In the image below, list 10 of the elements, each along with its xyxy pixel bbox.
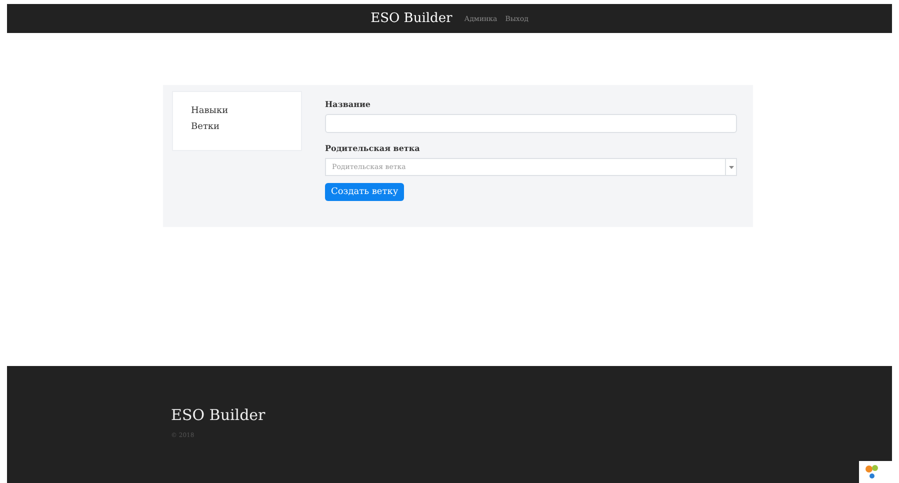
brand-link[interactable]: ESO Builder	[370, 11, 452, 26]
create-button[interactable]: Создать ветку	[325, 183, 404, 201]
sidebar-link[interactable]: Навыки	[191, 106, 283, 116]
field-label: Родительская ветка	[325, 143, 420, 153]
field-label: Название	[325, 99, 370, 109]
footer-brand: ESO Builder	[171, 406, 266, 424]
input-field[interactable]	[325, 114, 737, 133]
logo-icon	[865, 464, 879, 480]
caret-icon	[728, 166, 734, 168]
sidebar-link[interactable]: Ветки	[191, 122, 283, 132]
